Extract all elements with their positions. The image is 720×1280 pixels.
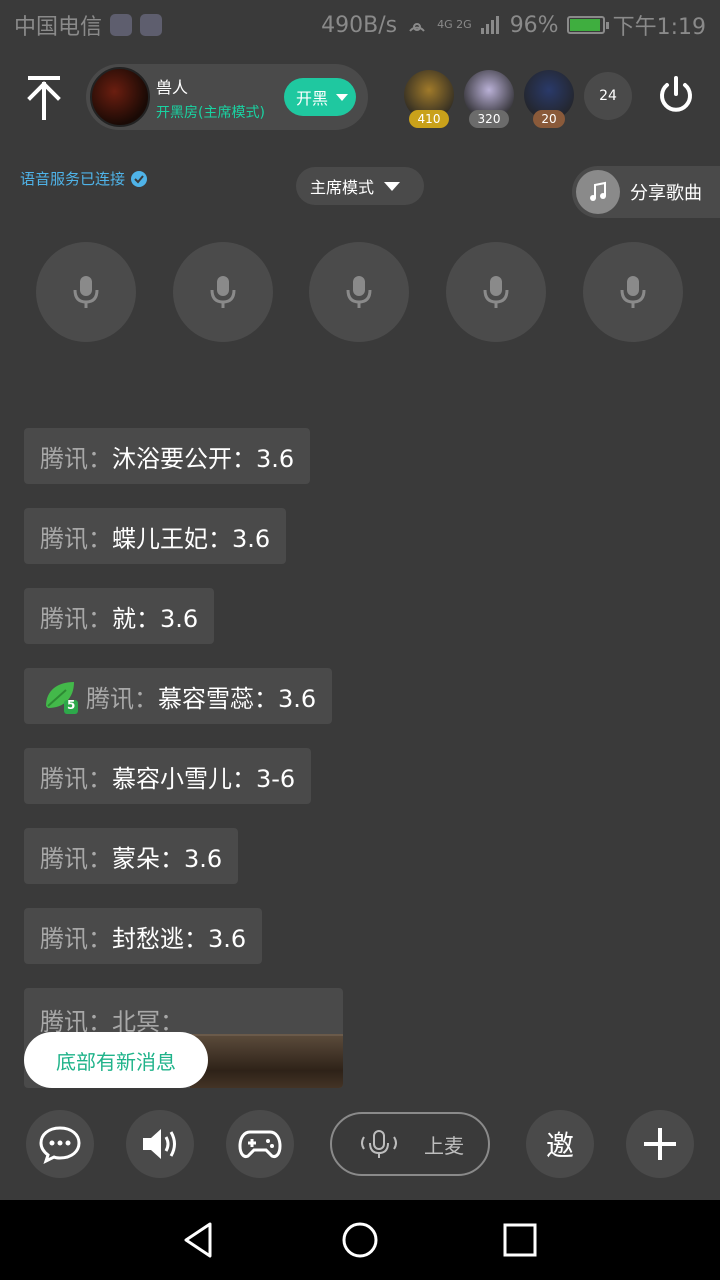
chat-message[interactable]: 腾讯： 蝶儿王妃：3.6 bbox=[24, 508, 287, 564]
message-content: 就：3.6 bbox=[112, 604, 199, 633]
mic-seat-1[interactable] bbox=[36, 242, 136, 342]
message-sender: 腾讯： bbox=[40, 764, 112, 793]
invite-button[interactable]: 邀 bbox=[526, 1110, 594, 1178]
message-content: 沐浴要公开：3.6 bbox=[112, 444, 295, 473]
mic-seat-4[interactable] bbox=[446, 242, 546, 342]
music-note-icon bbox=[576, 170, 620, 214]
viewer-score-3: 20 bbox=[533, 110, 565, 128]
mic-broadcast-icon bbox=[361, 1130, 397, 1158]
room-avatar bbox=[90, 67, 150, 127]
room-name: 兽人 bbox=[156, 78, 189, 97]
open-black-label: 开黑 bbox=[296, 89, 329, 108]
power-icon[interactable] bbox=[654, 74, 698, 118]
app-notification-icon bbox=[110, 14, 133, 36]
message-content: 蒙朵：3.6 bbox=[112, 844, 223, 873]
chat-button[interactable] bbox=[26, 1110, 94, 1178]
mic-seat-5[interactable] bbox=[583, 242, 683, 342]
recents-square-icon[interactable] bbox=[500, 1220, 540, 1260]
message-sender: 腾讯： bbox=[40, 924, 112, 953]
battery-icon bbox=[566, 16, 609, 34]
battery-percent: 96% bbox=[509, 12, 559, 38]
check-icon bbox=[131, 170, 148, 187]
message-content: 慕容小雪儿：3-6 bbox=[112, 764, 296, 793]
message-sender: 腾讯： bbox=[86, 684, 158, 713]
chat-message[interactable]: 腾讯： 蒙朵：3.6 bbox=[24, 828, 239, 884]
chat-message[interactable]: 腾讯： 封愁逃：3.6 bbox=[24, 908, 263, 964]
more-button[interactable] bbox=[626, 1110, 694, 1178]
minimize-room-icon[interactable] bbox=[22, 72, 66, 122]
home-circle-icon[interactable] bbox=[340, 1220, 380, 1260]
chat-message[interactable]: 腾讯： 慕容小雪儿：3-6 bbox=[24, 748, 312, 804]
carrier-name: 中国电信 bbox=[14, 15, 103, 40]
chat-message[interactable]: 腾讯： 就：3.6 bbox=[24, 588, 215, 644]
volume-button[interactable] bbox=[126, 1110, 194, 1178]
image-thumbnail[interactable] bbox=[190, 1034, 343, 1088]
chat-message[interactable]: 腾讯： 沐浴要公开：3.6 bbox=[24, 428, 311, 484]
chat-message[interactable]: 5 腾讯： 慕容雪蕊：3.6 bbox=[24, 668, 333, 724]
bottom-toolbar: 上麦 邀 bbox=[0, 1100, 720, 1200]
game-button[interactable] bbox=[226, 1110, 294, 1178]
mic-seat-3[interactable] bbox=[309, 242, 409, 342]
room-mode-label: 开黑房(主席模式) bbox=[156, 105, 265, 121]
viewer-total-badge[interactable]: 24 bbox=[584, 72, 632, 120]
new-message-pill[interactable]: 底部有新消息 bbox=[24, 1032, 208, 1088]
invite-label: 邀 bbox=[545, 1129, 574, 1162]
message-sender: 腾讯： bbox=[40, 604, 112, 633]
clock: 下午1:19 bbox=[612, 15, 706, 40]
back-triangle-icon[interactable] bbox=[180, 1220, 220, 1260]
status-bar: 中国电信 490B/s 4G 2G 96% 下午1:19 bbox=[0, 0, 720, 50]
open-black-button[interactable]: 开黑 bbox=[284, 78, 356, 116]
voice-status-text: 语音服务已连接 bbox=[20, 170, 126, 188]
mic-up-button[interactable]: 上麦 bbox=[330, 1112, 490, 1176]
message-sender: 腾讯： bbox=[40, 524, 112, 553]
mode-dropdown[interactable]: 主席模式 bbox=[296, 167, 424, 205]
status-right: 490B/s 4G 2G 96% 下午1:19 bbox=[321, 9, 706, 41]
mic-seat-2[interactable] bbox=[173, 242, 273, 342]
microphone-icon bbox=[73, 276, 99, 308]
gamepad-icon bbox=[238, 1130, 282, 1158]
viewer-score-2: 320 bbox=[469, 110, 509, 128]
share-song-button[interactable]: 分享歌曲 bbox=[572, 166, 720, 218]
chevron-down-icon bbox=[336, 93, 349, 101]
video-notification-icon bbox=[140, 14, 163, 36]
speaker-icon bbox=[143, 1129, 176, 1159]
signal-strength-icon bbox=[480, 16, 499, 34]
message-content: 蝶儿王妃：3.6 bbox=[112, 524, 271, 553]
network-speed: 490B/s bbox=[321, 12, 398, 38]
message-sender: 腾讯： bbox=[40, 844, 112, 873]
microphone-icon bbox=[620, 276, 646, 308]
chat-bubble-icon bbox=[39, 1126, 81, 1164]
wifi-hotspot-icon bbox=[409, 23, 425, 32]
carrier-group: 中国电信 bbox=[14, 9, 163, 41]
message-content: 封愁逃：3.6 bbox=[112, 924, 247, 953]
microphone-icon bbox=[483, 276, 509, 308]
leaf-badge-icon: 5 bbox=[40, 676, 80, 716]
microphone-icon bbox=[346, 276, 372, 308]
viewer-score-1: 410 bbox=[409, 110, 449, 128]
plus-icon bbox=[644, 1128, 676, 1160]
mic-up-label: 上麦 bbox=[424, 1133, 464, 1158]
battery-fill bbox=[569, 19, 601, 31]
share-song-label: 分享歌曲 bbox=[630, 183, 702, 204]
room-header: 兽人 开黑房(主席模式) 开黑 410 320 20 24 bbox=[0, 62, 720, 132]
room-info[interactable]: 兽人 开黑房(主席模式) 开黑 bbox=[86, 64, 368, 130]
chevron-down-icon bbox=[384, 181, 401, 191]
voice-status: 语音服务已连接 bbox=[20, 168, 148, 189]
network-type: 4G 2G bbox=[437, 18, 472, 31]
system-nav-bar bbox=[0, 1200, 720, 1280]
message-sender: 腾讯： bbox=[40, 444, 112, 473]
message-content: 慕容雪蕊：3.6 bbox=[158, 684, 317, 713]
leaf-badge-level: 5 bbox=[67, 698, 76, 712]
microphone-icon bbox=[210, 276, 236, 308]
mode-dropdown-label: 主席模式 bbox=[310, 178, 375, 197]
